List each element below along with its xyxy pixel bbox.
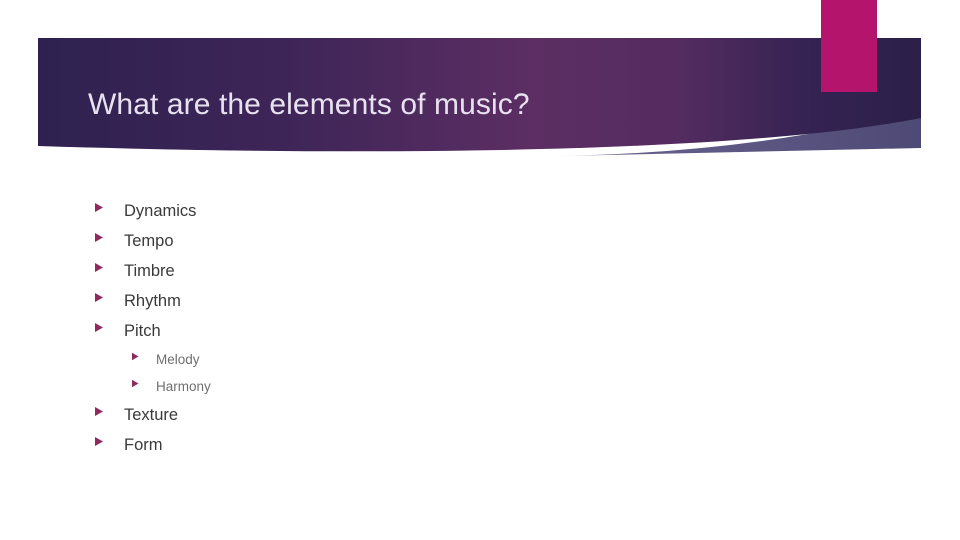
page-title: What are the elements of music? xyxy=(88,88,530,121)
list-item-label: Texture xyxy=(124,406,179,424)
list-item: Tempo xyxy=(0,226,820,256)
sub-list-item-label: Melody xyxy=(156,352,200,367)
list-item-label: Rhythm xyxy=(124,292,181,310)
triangle-bullet-icon xyxy=(94,232,105,243)
triangle-bullet-icon xyxy=(94,436,105,447)
triangle-bullet-icon xyxy=(94,406,105,417)
sub-list-item: Harmony xyxy=(0,373,820,400)
sub-list-item-label: Harmony xyxy=(156,379,211,394)
triangle-bullet-icon xyxy=(94,322,105,333)
triangle-bullet-icon xyxy=(94,202,105,213)
list-item-label: Dynamics xyxy=(124,202,197,220)
list-item-label: Form xyxy=(124,436,163,454)
list-item-label: Tempo xyxy=(124,232,174,250)
list-item-label: Pitch xyxy=(124,322,161,340)
triangle-bullet-icon xyxy=(131,352,140,361)
triangle-bullet-icon xyxy=(94,262,105,273)
list-item-label: Timbre xyxy=(124,262,175,280)
list-item: Timbre xyxy=(0,256,820,286)
list-item: Dynamics xyxy=(0,196,820,226)
list-item: Form xyxy=(0,430,820,460)
content-bullet-list: Dynamics Tempo Timbre Rhythm Pitch Melod… xyxy=(0,196,820,460)
list-item: Texture xyxy=(0,400,820,430)
sub-list-item: Melody xyxy=(0,346,820,373)
pink-accent-bar xyxy=(821,0,877,92)
slide: What are the elements of music? Dynamics… xyxy=(0,0,960,540)
triangle-bullet-icon xyxy=(131,379,140,388)
triangle-bullet-icon xyxy=(94,292,105,303)
list-item: Rhythm xyxy=(0,286,820,316)
list-item: Pitch xyxy=(0,316,820,346)
